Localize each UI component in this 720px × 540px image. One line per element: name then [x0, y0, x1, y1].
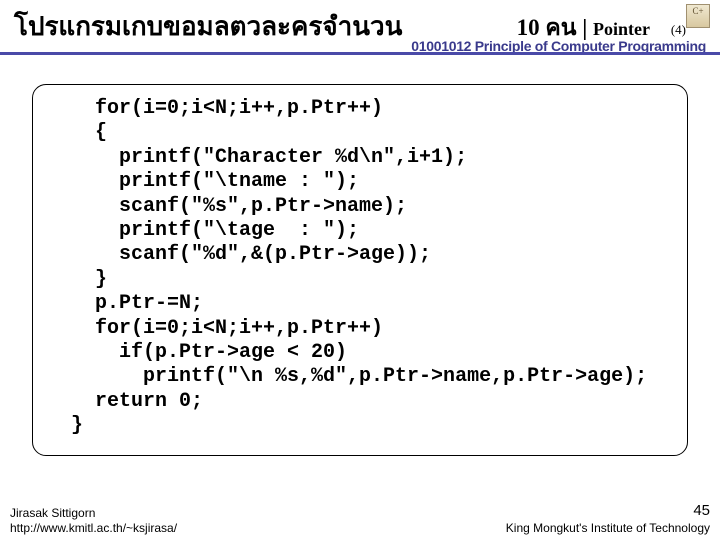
slide-header: โปรแกรมเกบขอมลตวละครจำนวน 10 คน | Pointe…	[0, 0, 720, 58]
institute-name: King Mongkut's Institute of Technology	[506, 521, 710, 536]
author-url: http://www.kmitl.ac.th/~ksjirasa/	[10, 521, 177, 536]
footer-right: 45 King Mongkut's Institute of Technolog…	[506, 502, 710, 536]
code-block: for(i=0;i<N;i++,p.Ptr++) { printf("Chara…	[71, 97, 677, 438]
title-sep: |	[576, 15, 593, 40]
author-name: Jirasak Sittigorn	[10, 506, 177, 521]
cpp-logo-icon: C+	[686, 4, 710, 28]
title-pointer: Pointer	[593, 19, 650, 39]
header-rule	[0, 52, 720, 55]
code-card: for(i=0;i<N;i++,p.Ptr++) { printf("Chara…	[32, 84, 688, 456]
title-left: โปรแกรมเกบขอมลตวละครจำนวน	[14, 6, 402, 47]
slide-number: 45	[506, 502, 710, 521]
page-badge: (4)	[671, 22, 686, 38]
footer-left: Jirasak Sittigorn http://www.kmitl.ac.th…	[10, 506, 177, 536]
title-count: 10 คน	[517, 15, 577, 40]
